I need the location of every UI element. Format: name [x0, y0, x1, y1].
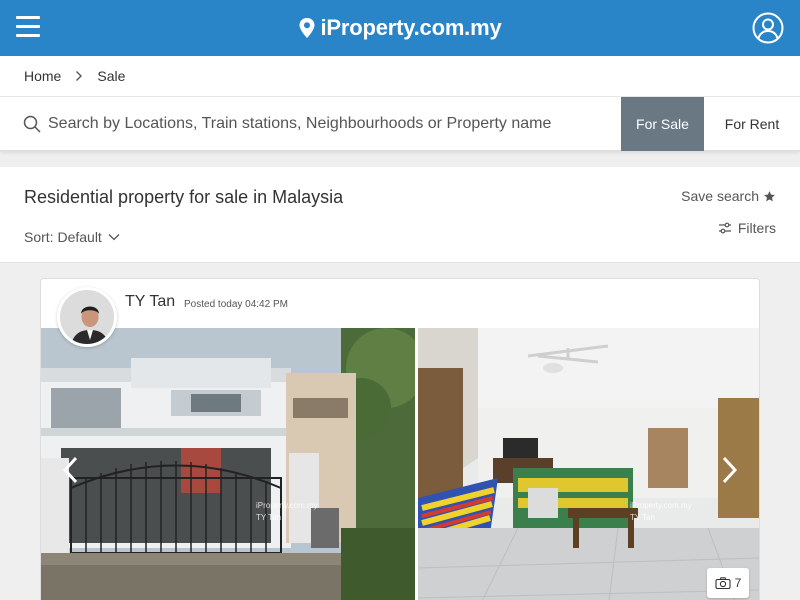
sliders-icon [718, 222, 731, 234]
filters-label: Filters [737, 220, 776, 236]
camera-icon [715, 577, 731, 589]
chevron-right-icon[interactable] [717, 455, 741, 485]
tab-for-sale[interactable]: For Sale [621, 97, 704, 151]
user-profile-icon[interactable] [752, 12, 784, 44]
save-search-button[interactable]: Save search [681, 188, 776, 204]
listing-card[interactable]: TY Tan Posted today 04:42 PM iProperty.c… [40, 278, 760, 600]
tab-for-rent[interactable]: For Rent [704, 97, 800, 151]
sort-label: Sort: Default [24, 229, 102, 245]
save-search-label: Save search [681, 188, 759, 204]
chevron-right-icon [76, 71, 83, 81]
photo-watermark-agent-2: TY Tan [630, 513, 656, 522]
photo-carousel[interactable]: iProperty.com.my TY Tan iProperty.com.my… [41, 328, 759, 600]
top-navigation-bar: iProperty.com.my [0, 0, 800, 56]
breadcrumb: Home Sale [0, 56, 800, 97]
brand-logo[interactable]: iProperty.com.my [0, 0, 800, 56]
listing-photo-exterior[interactable]: iProperty.com.my TY Tan [41, 328, 415, 600]
photo-watermark: iProperty.com.my [256, 501, 318, 510]
star-icon [764, 190, 775, 201]
page-title: Residential property for sale in Malaysi… [24, 187, 344, 207]
photo-count-value: 7 [734, 576, 742, 590]
breadcrumb-sale-link[interactable]: Sale [97, 68, 125, 84]
sort-dropdown[interactable]: Sort: Default [24, 229, 120, 245]
breadcrumb-home-link[interactable]: Home [24, 68, 61, 84]
chevron-left-icon[interactable] [59, 455, 83, 485]
agent-name[interactable]: TY Tan [125, 293, 175, 311]
results-header: Residential property for sale in Malaysi… [0, 167, 800, 263]
chevron-down-icon [108, 234, 120, 241]
location-pin-icon [299, 18, 315, 38]
listing-photo-interior[interactable]: iProperty.com.my TY Tan 7 [418, 328, 759, 600]
search-bar: For Sale For Rent [0, 97, 800, 151]
avatar[interactable] [57, 287, 117, 347]
photo-count-badge[interactable]: 7 [707, 568, 749, 598]
posted-timestamp: Posted today 04:42 PM [184, 299, 288, 310]
search-input[interactable] [48, 107, 608, 141]
brand-name: iProperty.com.my [320, 15, 502, 40]
search-icon [23, 115, 41, 133]
photo-watermark-2: iProperty.com.my [630, 501, 692, 510]
filters-button[interactable]: Filters [718, 220, 776, 236]
photo-watermark-agent: TY Tan [256, 513, 282, 522]
